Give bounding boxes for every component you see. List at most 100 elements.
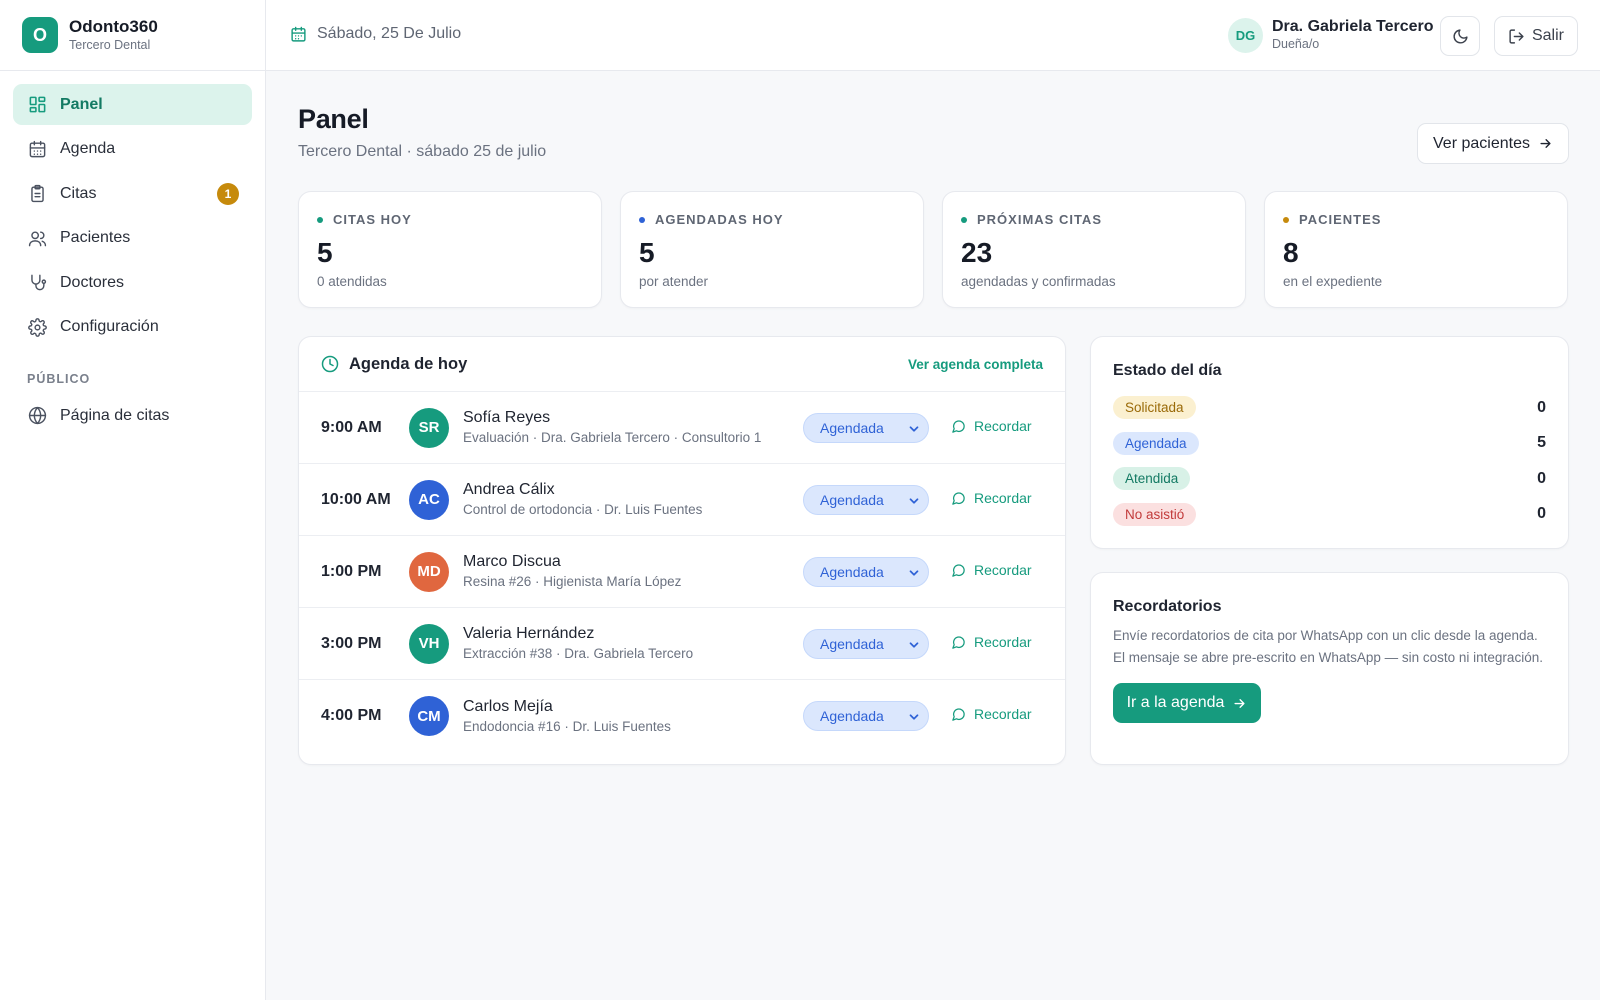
recordar-button[interactable]: Recordar [951, 706, 1032, 722]
message-circle-icon [952, 563, 965, 577]
current-date-text: Sábado, 25 De Julio [317, 25, 462, 42]
sidebar-item-label: Configuración [60, 318, 159, 335]
recordar-label: Recordar [974, 418, 1032, 434]
gear-icon [27, 317, 47, 337]
ir-a-la-agenda-label: Ir a la agenda [1126, 694, 1225, 711]
status-count: 5 [1537, 434, 1546, 452]
appointment-time: 3:00 PM [321, 634, 382, 652]
recordar-label: Recordar [974, 706, 1032, 722]
avatar: MD [409, 551, 449, 592]
stat-value: 8 [1283, 237, 1299, 268]
arrow-right-icon [1234, 698, 1245, 708]
status-select[interactable]: Agendada [803, 413, 929, 443]
agenda-title: Agenda de hoy [349, 354, 468, 373]
patient-name[interactable]: Sofía Reyes [463, 408, 761, 428]
user-menu[interactable]: DG Dra. Gabriela Tercero Dueña/o [1228, 17, 1434, 53]
sidebar-item-citas[interactable]: Citas 1 [13, 173, 252, 214]
appointment-detail: Extracción #38 · Dra. Gabriela Tercero [463, 646, 694, 661]
stat-subtitle: 0 atendidas [317, 274, 387, 289]
chevron-down-icon [909, 570, 919, 576]
table-row: 9:00 AM SR Sofía Reyes Evaluación · Dra.… [299, 392, 1065, 464]
sidebar-item-label: Pacientes [60, 229, 131, 246]
recordatorios-text: Envíe recordatorios de cita por WhatsApp… [1113, 628, 1543, 665]
ir-a-la-agenda-button[interactable]: Ir a la agenda [1113, 683, 1261, 723]
clock-icon [321, 355, 339, 373]
status-select-value: Agendada [820, 492, 884, 508]
stat-label: AGENDADAS HOY [655, 212, 784, 227]
stat-card-pacientes: PACIENTES 8 en el expediente [1264, 191, 1568, 308]
page-title: Panel [298, 104, 369, 134]
avatar: VH [409, 623, 449, 664]
status-dot [317, 216, 323, 223]
estado-del-dia-card: Estado del día Solicitada 0 Agendada 5 A… [1090, 336, 1569, 549]
arrow-right-icon [1540, 139, 1551, 148]
status-dot [639, 216, 645, 223]
avatar: SR [409, 407, 449, 448]
stat-label: PACIENTES [1299, 212, 1382, 227]
status-badge: Solicitada [1113, 396, 1196, 420]
recordar-button[interactable]: Recordar [951, 562, 1032, 578]
page-subtitle: Tercero Dental · sábado 25 de julio [298, 143, 547, 160]
chevron-down-icon [909, 714, 919, 720]
logout-label: Salir [1531, 27, 1564, 44]
logout-button[interactable]: Salir [1494, 16, 1578, 56]
brand-logo: O [22, 17, 58, 53]
message-circle-icon [952, 707, 965, 721]
patient-name[interactable]: Carlos Mejía [463, 697, 671, 717]
stat-value: 5 [639, 237, 655, 268]
brand[interactable]: O Odonto360 Tercero Dental [0, 0, 265, 71]
stat-card-citas-hoy: CITAS HOY 5 0 atendidas [298, 191, 602, 308]
appointment-detail: Evaluación · Dra. Gabriela Tercero · Con… [463, 430, 762, 445]
user-role: Dueña/o [1272, 37, 1320, 51]
avatar: AC [409, 479, 449, 520]
sidebar-item-agenda[interactable]: Agenda [13, 129, 252, 170]
status-select-value: Agendada [820, 708, 884, 724]
estado-title: Estado del día [1113, 362, 1222, 379]
status-select[interactable]: Agendada [803, 485, 929, 515]
sidebar-item-doctores[interactable]: Doctores [13, 262, 252, 303]
status-select[interactable]: Agendada [803, 557, 929, 587]
appointment-time: 10:00 AM [321, 490, 391, 508]
logout-icon [1509, 28, 1524, 44]
appointment-time: 4:00 PM [321, 707, 382, 724]
patient-name[interactable]: Marco Discua [463, 552, 681, 572]
theme-toggle-button[interactable] [1440, 16, 1480, 56]
status-select[interactable]: Agendada [803, 629, 929, 659]
current-date: Sábado, 25 De Julio [290, 25, 461, 43]
list-item: Atendida 0 [1113, 461, 1546, 497]
appointment-detail: Resina #26 · Higienista María López [463, 574, 682, 589]
recordar-button[interactable]: Recordar [951, 634, 1032, 650]
table-row: 1:00 PM MD Marco Discua Resina #26 · Hig… [299, 536, 1065, 608]
sidebar-item-configuracion[interactable]: Configuración [13, 307, 252, 348]
table-row: 3:00 PM VH Valeria Hernández Extracción … [299, 608, 1065, 680]
chevron-down-icon [909, 498, 919, 504]
sidebar-item-pagina-de-citas[interactable]: Página de citas [13, 395, 252, 436]
appointment-detail: Endodoncia #16 · Dr. Luis Fuentes [463, 718, 671, 734]
message-circle-icon [952, 491, 965, 505]
calendar-icon [291, 26, 306, 42]
sidebar-item-pacientes[interactable]: Pacientes [13, 218, 252, 259]
recordar-button[interactable]: Recordar [951, 490, 1032, 506]
sidebar-section-publico: PÚBLICO [27, 372, 91, 386]
status-select-value: Agendada [820, 564, 884, 580]
list-item: No asistió 0 [1113, 497, 1546, 533]
status-count: 0 [1537, 469, 1546, 487]
status-badge: No asistió [1113, 502, 1197, 526]
chevron-down-icon [909, 642, 919, 648]
stat-label: CITAS HOY [333, 212, 412, 227]
sidebar-item-panel[interactable]: Panel [13, 84, 252, 125]
patient-name[interactable]: Valeria Hernández [463, 624, 693, 644]
stat-value: 5 [317, 237, 333, 268]
status-badge: Atendida [1113, 467, 1191, 491]
recordar-button[interactable]: Recordar [951, 418, 1032, 434]
patient-name[interactable]: Andrea Cálix [463, 480, 702, 500]
table-row: 4:00 PM CM Carlos Mejía Endodoncia #16 ·… [299, 680, 1065, 752]
appointment-detail: Control de ortodoncia · Dr. Luis Fuentes [463, 502, 703, 517]
calendar-icon [27, 139, 47, 159]
agenda-card: Agenda de hoy Ver agenda completa 9:00 A… [298, 336, 1066, 765]
status-badge: Agendada [1113, 431, 1199, 455]
status-select[interactable]: Agendada [803, 701, 929, 731]
ver-pacientes-button[interactable]: Ver pacientes [1417, 123, 1569, 164]
appointment-time: 9:00 AM [321, 418, 382, 436]
ver-agenda-completa-link[interactable]: Ver agenda completa [908, 357, 1043, 372]
